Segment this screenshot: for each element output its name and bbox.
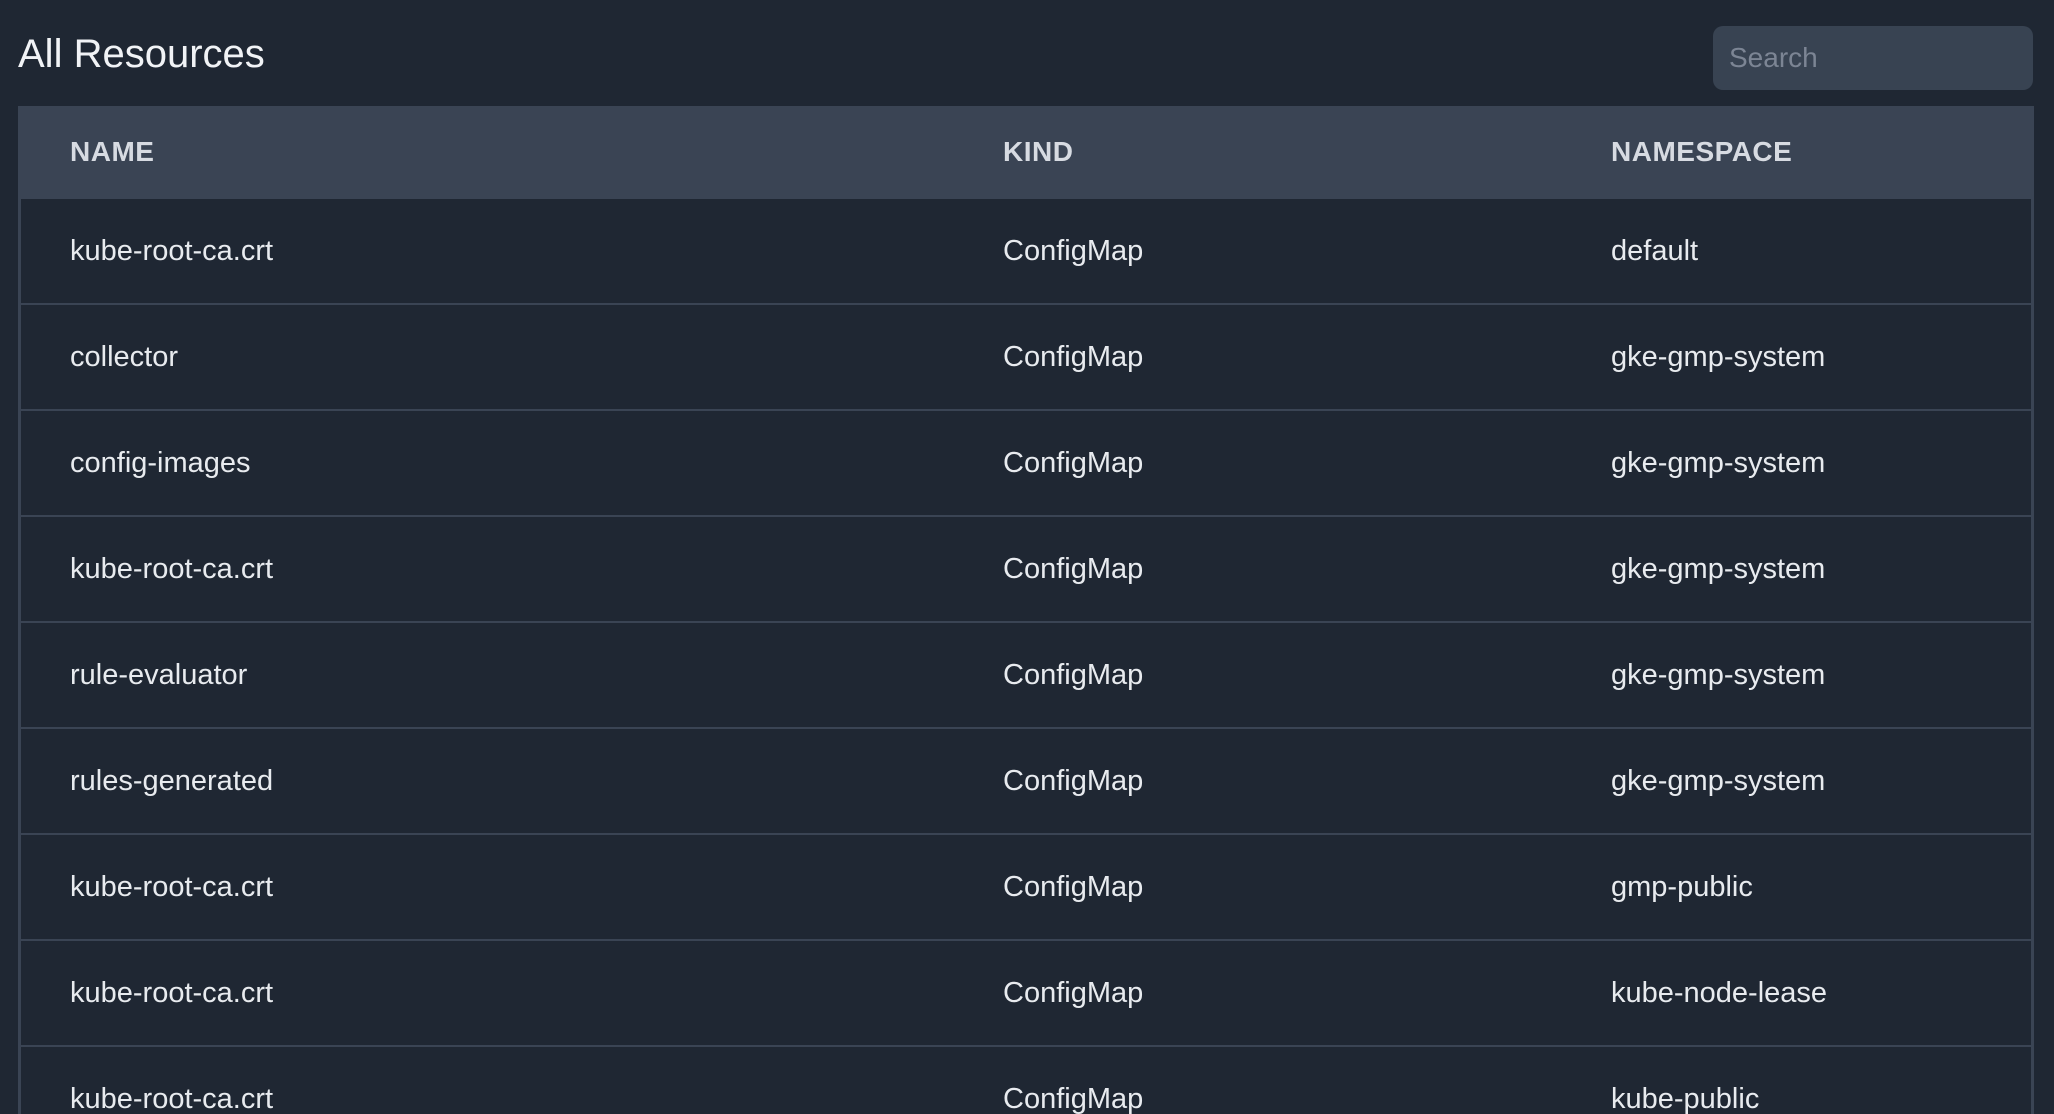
cell-namespace: gmp-public (1611, 870, 1753, 903)
cell-kind: ConfigMap (1003, 976, 1144, 1009)
cell-name: kube-root-ca.crt (70, 870, 274, 903)
table-row[interactable]: collector ConfigMap gke-gmp-system (21, 304, 2031, 410)
table-row[interactable]: kube-root-ca.crt ConfigMap default (21, 198, 2031, 304)
cell-namespace: kube-public (1611, 1083, 1760, 1114)
resources-table: NAME KIND NAMESPACE kube-root-ca.crt Con… (18, 106, 2034, 1114)
cell-kind: ConfigMap (1003, 234, 1144, 267)
column-header-name[interactable]: NAME (21, 106, 1003, 198)
cell-kind: ConfigMap (1003, 340, 1144, 373)
all-resources-page: All Resources NAME KIND NAMESPACE kube-r… (0, 0, 2054, 1114)
cell-namespace: gke-gmp-system (1611, 446, 1826, 479)
cell-namespace: gke-gmp-system (1611, 552, 1826, 585)
page-title: All Resources (18, 32, 265, 76)
table-header-row: NAME KIND NAMESPACE (21, 106, 2031, 198)
cell-namespace: gke-gmp-system (1611, 658, 1826, 691)
table-row[interactable]: config-images ConfigMap gke-gmp-system (21, 410, 2031, 516)
column-header-kind[interactable]: KIND (1003, 106, 1611, 198)
cell-name: kube-root-ca.crt (70, 552, 274, 585)
cell-kind: ConfigMap (1003, 446, 1144, 479)
cell-kind: ConfigMap (1003, 764, 1144, 797)
cell-name: kube-root-ca.crt (70, 1083, 274, 1114)
cell-name: config-images (70, 446, 251, 479)
cell-namespace: kube-node-lease (1611, 976, 1828, 1009)
cell-namespace: gke-gmp-system (1611, 764, 1826, 797)
table-row[interactable]: rule-evaluator ConfigMap gke-gmp-system (21, 622, 2031, 728)
cell-namespace: gke-gmp-system (1611, 340, 1826, 373)
cell-name: rules-generated (70, 764, 274, 797)
cell-name: rule-evaluator (70, 658, 248, 691)
table-row[interactable]: kube-root-ca.crt ConfigMap gke-gmp-syste… (21, 516, 2031, 622)
cell-kind: ConfigMap (1003, 1083, 1144, 1114)
cell-name: kube-root-ca.crt (70, 976, 274, 1009)
cell-kind: ConfigMap (1003, 870, 1144, 903)
cell-name: kube-root-ca.crt (70, 234, 274, 267)
cell-kind: ConfigMap (1003, 658, 1144, 691)
cell-name: collector (70, 340, 178, 373)
cell-namespace: default (1611, 234, 1699, 267)
column-header-namespace[interactable]: NAMESPACE (1611, 106, 2031, 198)
table-row[interactable]: rules-generated ConfigMap gke-gmp-system (21, 728, 2031, 834)
table-row[interactable]: kube-root-ca.crt ConfigMap kube-public (21, 1046, 2031, 1114)
cell-kind: ConfigMap (1003, 552, 1144, 585)
table-row[interactable]: kube-root-ca.crt ConfigMap kube-node-lea… (21, 940, 2031, 1046)
search-input[interactable] (1713, 26, 2033, 90)
table-row[interactable]: kube-root-ca.crt ConfigMap gmp-public (21, 834, 2031, 940)
